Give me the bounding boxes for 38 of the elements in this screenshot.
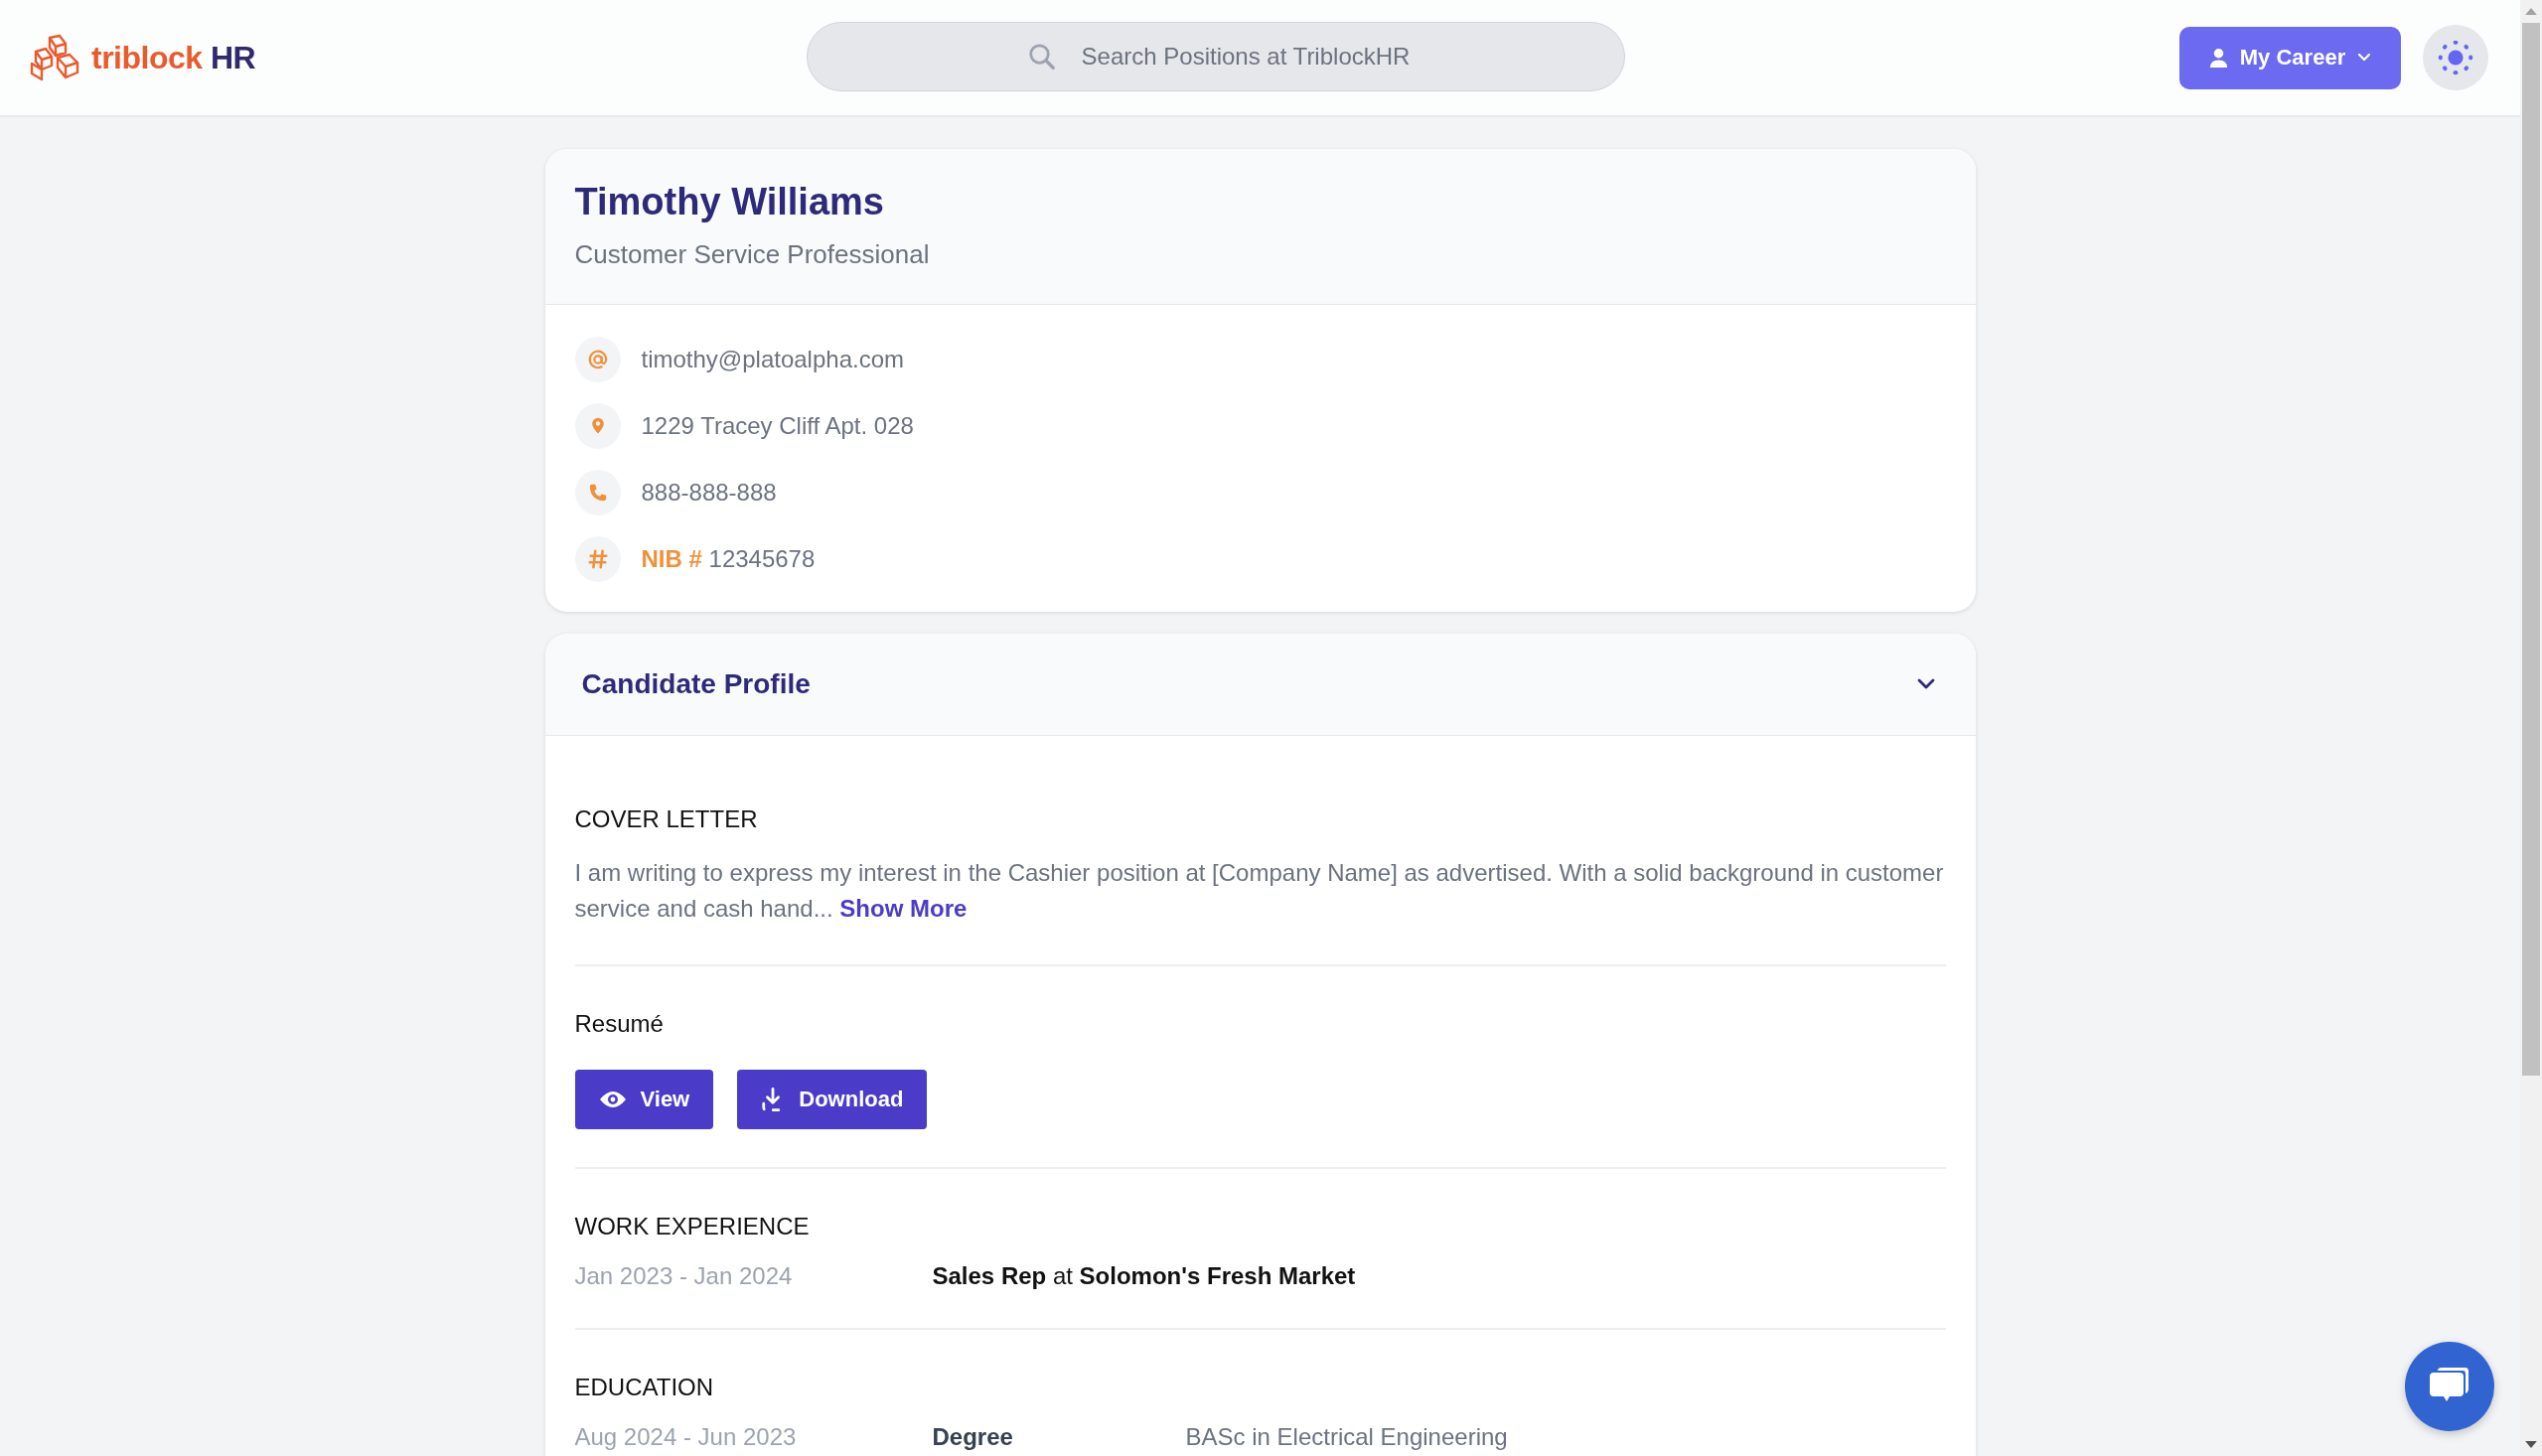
nib-number: NIB # 12345678 (641, 545, 816, 573)
chevron-icon (1915, 677, 1936, 691)
location-pin-icon (574, 403, 621, 449)
show-more-link[interactable]: Show More (839, 895, 968, 922)
cover-letter-heading: COVER LETTER (574, 805, 759, 833)
date-range: Jan 2023 - Jan 2024 (574, 1262, 794, 1290)
scroll-down-icon[interactable] (2525, 1441, 2537, 1448)
at-sign-icon (574, 337, 621, 382)
job-title: Customer Service Professional (574, 239, 931, 270)
work-experience-heading: WORK EXPERIENCE (574, 1213, 811, 1240)
candidate-profile-header[interactable]: Candidate Profile (544, 634, 1976, 736)
section-title: Candidate Profile (581, 668, 811, 700)
scrollbar[interactable] (2520, 0, 2542, 1456)
date-range: Aug 2024 - Jun 2023 (574, 1423, 798, 1451)
cover-letter-text: I am writing to express my interest in the Cashier position at [Company Name] as advertised. With a solid background in customer service and cash hand... Show More (574, 858, 1945, 924)
search-field[interactable]: Search Positions at TriblockHR (807, 22, 1625, 91)
resume-heading: Resumé (574, 1010, 665, 1038)
candidate-name: Timothy Williams (574, 181, 885, 223)
person-icon (2208, 47, 2228, 69)
degree-label: Degree (932, 1423, 1014, 1451)
eye-icon (598, 1090, 627, 1109)
phone-icon (574, 470, 621, 515)
view-button[interactable]: View (574, 1070, 714, 1129)
education-heading: EDUCATION (574, 1374, 715, 1401)
download-button[interactable]: Download (737, 1070, 928, 1129)
brand-name[interactable]: triblock HR (91, 39, 256, 76)
chat-button[interactable] (2405, 1342, 2494, 1431)
hash-icon (574, 536, 621, 582)
caret-icon (2357, 53, 2372, 63)
degree-name: BASc in Electrical Engineering (1185, 1423, 1508, 1451)
sun-icon (2437, 39, 2474, 76)
phone-number: 888-888-888 (641, 479, 777, 507)
scroll-up-icon[interactable] (2525, 8, 2537, 15)
search-icon (1027, 42, 1057, 72)
my-career-button[interactable]: My Career (2179, 26, 2401, 89)
street-address: 1229 Tracey Cliff Apt. 028 (641, 412, 914, 440)
email-address: timothy@platoalpha.com (641, 346, 904, 373)
job-entry: Sales Rep at Solomon's Fresh Market (932, 1262, 1356, 1290)
